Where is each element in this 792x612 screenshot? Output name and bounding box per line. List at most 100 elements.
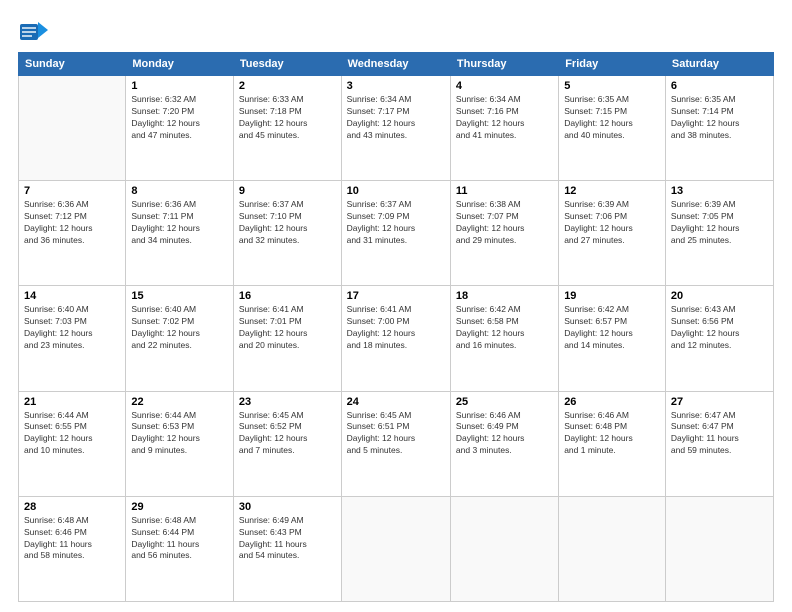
week-row-1: 1 Sunrise: 6:32 AM Sunset: 7:20 PM Daylig… <box>19 76 774 181</box>
day-cell: 21 Sunrise: 6:44 AM Sunset: 6:55 PM Dayli… <box>19 391 126 496</box>
week-row-5: 28Sunrise: 6:48 AM Sunset: 6:46 PM Dayli… <box>19 496 774 601</box>
weekday-header-saturday: Saturday <box>665 53 773 76</box>
weekday-header-monday: Monday <box>126 53 234 76</box>
week-row-2: 7Sunrise: 6:36 AM Sunset: 7:12 PM Daylig… <box>19 181 774 286</box>
day-number: 29 <box>131 501 228 513</box>
day-number: 17 <box>347 290 445 302</box>
day-cell: 12 Sunrise: 6:39 AM Sunset: 7:06 PM Dayli… <box>559 181 666 286</box>
logo <box>18 16 50 44</box>
day-cell: 5 Sunrise: 6:35 AM Sunset: 7:15 PM Daylig… <box>559 76 666 181</box>
day-cell: 2 Sunrise: 6:33 AM Sunset: 7:18 PM Daylig… <box>233 76 341 181</box>
day-number: 21 <box>24 396 120 408</box>
day-number: 3 <box>347 80 445 92</box>
day-info: Sunrise: 6:42 AM Sunset: 6:58 PM Dayligh… <box>456 304 553 352</box>
day-info: Sunrise: 6:48 AM Sunset: 6:44 PM Dayligh… <box>131 515 228 563</box>
day-number: 22 <box>131 396 228 408</box>
day-number: 10 <box>347 185 445 197</box>
weekday-header-wednesday: Wednesday <box>341 53 450 76</box>
day-number: 27 <box>671 396 768 408</box>
day-info: Sunrise: 6:40 AM Sunset: 7:02 PM Dayligh… <box>131 304 228 352</box>
day-cell: 4Sunrise: 6:34 AM Sunset: 7:16 PM Daylig… <box>450 76 558 181</box>
day-info: Sunrise: 6:33 AM Sunset: 7:18 PM Dayligh… <box>239 94 336 142</box>
day-cell: 11 Sunrise: 6:38 AM Sunset: 7:07 PM Dayli… <box>450 181 558 286</box>
weekday-header-sunday: Sunday <box>19 53 126 76</box>
day-number: 16 <box>239 290 336 302</box>
day-cell: 15 Sunrise: 6:40 AM Sunset: 7:02 PM Dayli… <box>126 286 234 391</box>
day-info: Sunrise: 6:41 AM Sunset: 7:01 PM Dayligh… <box>239 304 336 352</box>
day-number: 12 <box>564 185 660 197</box>
day-cell <box>19 76 126 181</box>
day-info: Sunrise: 6:44 AM Sunset: 6:53 PM Dayligh… <box>131 410 228 458</box>
day-info: Sunrise: 6:36 AM Sunset: 7:11 PM Dayligh… <box>131 199 228 247</box>
day-number: 23 <box>239 396 336 408</box>
day-cell: 23 Sunrise: 6:45 AM Sunset: 6:52 PM Dayli… <box>233 391 341 496</box>
day-number: 8 <box>131 185 228 197</box>
day-cell <box>665 496 773 601</box>
day-info: Sunrise: 6:37 AM Sunset: 7:10 PM Dayligh… <box>239 199 336 247</box>
day-info: Sunrise: 6:45 AM Sunset: 6:51 PM Dayligh… <box>347 410 445 458</box>
calendar-table: SundayMondayTuesdayWednesdayThursdayFrid… <box>18 52 774 602</box>
day-cell: 10 Sunrise: 6:37 AM Sunset: 7:09 PM Dayli… <box>341 181 450 286</box>
day-number: 26 <box>564 396 660 408</box>
day-cell: 29 Sunrise: 6:48 AM Sunset: 6:44 PM Dayli… <box>126 496 234 601</box>
day-cell: 30 Sunrise: 6:49 AM Sunset: 6:43 PM Dayli… <box>233 496 341 601</box>
page: SundayMondayTuesdayWednesdayThursdayFrid… <box>0 0 792 612</box>
day-info: Sunrise: 6:39 AM Sunset: 7:06 PM Dayligh… <box>564 199 660 247</box>
day-number: 4 <box>456 80 553 92</box>
day-number: 30 <box>239 501 336 513</box>
day-cell: 3 Sunrise: 6:34 AM Sunset: 7:17 PM Daylig… <box>341 76 450 181</box>
day-info: Sunrise: 6:41 AM Sunset: 7:00 PM Dayligh… <box>347 304 445 352</box>
day-info: Sunrise: 6:47 AM Sunset: 6:47 PM Dayligh… <box>671 410 768 458</box>
week-row-4: 21 Sunrise: 6:44 AM Sunset: 6:55 PM Dayli… <box>19 391 774 496</box>
header <box>18 16 774 44</box>
day-info: Sunrise: 6:44 AM Sunset: 6:55 PM Dayligh… <box>24 410 120 458</box>
day-number: 11 <box>456 185 553 197</box>
day-info: Sunrise: 6:37 AM Sunset: 7:09 PM Dayligh… <box>347 199 445 247</box>
day-cell: 8 Sunrise: 6:36 AM Sunset: 7:11 PM Daylig… <box>126 181 234 286</box>
day-number: 15 <box>131 290 228 302</box>
day-cell: 7Sunrise: 6:36 AM Sunset: 7:12 PM Daylig… <box>19 181 126 286</box>
day-info: Sunrise: 6:34 AM Sunset: 7:17 PM Dayligh… <box>347 94 445 142</box>
day-cell: 24 Sunrise: 6:45 AM Sunset: 6:51 PM Dayli… <box>341 391 450 496</box>
day-info: Sunrise: 6:48 AM Sunset: 6:46 PM Dayligh… <box>24 515 120 563</box>
day-info: Sunrise: 6:46 AM Sunset: 6:49 PM Dayligh… <box>456 410 553 458</box>
day-info: Sunrise: 6:43 AM Sunset: 6:56 PM Dayligh… <box>671 304 768 352</box>
day-cell: 20 Sunrise: 6:43 AM Sunset: 6:56 PM Dayli… <box>665 286 773 391</box>
day-cell: 27 Sunrise: 6:47 AM Sunset: 6:47 PM Dayli… <box>665 391 773 496</box>
day-number: 9 <box>239 185 336 197</box>
day-cell: 17 Sunrise: 6:41 AM Sunset: 7:00 PM Dayli… <box>341 286 450 391</box>
day-cell: 18Sunrise: 6:42 AM Sunset: 6:58 PM Dayli… <box>450 286 558 391</box>
day-cell: 19Sunrise: 6:42 AM Sunset: 6:57 PM Dayli… <box>559 286 666 391</box>
day-cell: 16 Sunrise: 6:41 AM Sunset: 7:01 PM Dayli… <box>233 286 341 391</box>
day-number: 5 <box>564 80 660 92</box>
day-info: Sunrise: 6:45 AM Sunset: 6:52 PM Dayligh… <box>239 410 336 458</box>
day-cell: 22 Sunrise: 6:44 AM Sunset: 6:53 PM Dayli… <box>126 391 234 496</box>
day-info: Sunrise: 6:38 AM Sunset: 7:07 PM Dayligh… <box>456 199 553 247</box>
day-info: Sunrise: 6:36 AM Sunset: 7:12 PM Dayligh… <box>24 199 120 247</box>
weekday-header-tuesday: Tuesday <box>233 53 341 76</box>
day-info: Sunrise: 6:49 AM Sunset: 6:43 PM Dayligh… <box>239 515 336 563</box>
day-number: 19 <box>564 290 660 302</box>
day-number: 6 <box>671 80 768 92</box>
day-cell: 13Sunrise: 6:39 AM Sunset: 7:05 PM Dayli… <box>665 181 773 286</box>
logo-icon <box>18 16 46 44</box>
day-number: 2 <box>239 80 336 92</box>
weekday-header-thursday: Thursday <box>450 53 558 76</box>
day-number: 1 <box>131 80 228 92</box>
day-info: Sunrise: 6:46 AM Sunset: 6:48 PM Dayligh… <box>564 410 660 458</box>
day-number: 13 <box>671 185 768 197</box>
day-info: Sunrise: 6:35 AM Sunset: 7:14 PM Dayligh… <box>671 94 768 142</box>
day-info: Sunrise: 6:35 AM Sunset: 7:15 PM Dayligh… <box>564 94 660 142</box>
day-cell: 26 Sunrise: 6:46 AM Sunset: 6:48 PM Dayli… <box>559 391 666 496</box>
day-cell: 25 Sunrise: 6:46 AM Sunset: 6:49 PM Dayli… <box>450 391 558 496</box>
day-cell: 28Sunrise: 6:48 AM Sunset: 6:46 PM Dayli… <box>19 496 126 601</box>
day-cell: 1 Sunrise: 6:32 AM Sunset: 7:20 PM Daylig… <box>126 76 234 181</box>
day-number: 25 <box>456 396 553 408</box>
day-cell: 14Sunrise: 6:40 AM Sunset: 7:03 PM Dayli… <box>19 286 126 391</box>
day-cell <box>341 496 450 601</box>
day-cell <box>559 496 666 601</box>
day-number: 20 <box>671 290 768 302</box>
day-cell <box>450 496 558 601</box>
day-number: 24 <box>347 396 445 408</box>
day-info: Sunrise: 6:32 AM Sunset: 7:20 PM Dayligh… <box>131 94 228 142</box>
